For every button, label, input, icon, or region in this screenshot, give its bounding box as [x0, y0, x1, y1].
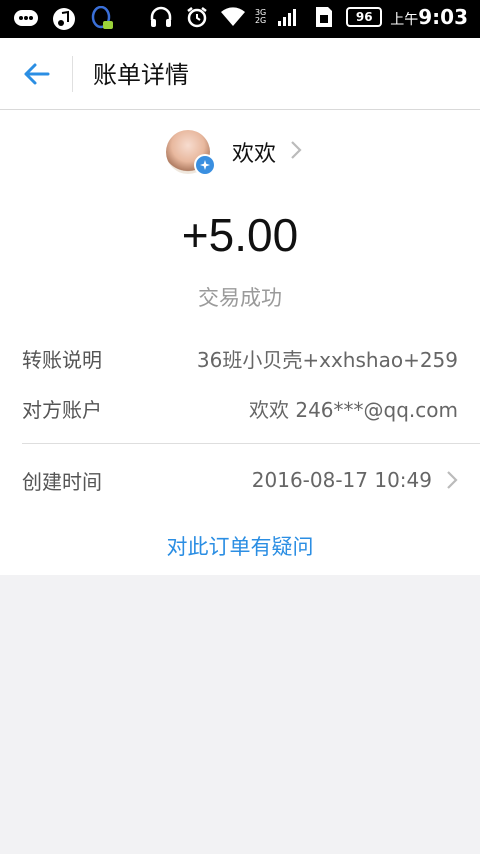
transaction-status: 交易成功 [198, 286, 282, 310]
chevron-right-icon [447, 471, 458, 489]
app-header: 账单详情 [0, 38, 480, 110]
wifi-icon [219, 4, 247, 30]
counterparty-account-value: 欢欢 246***@qq.com [249, 397, 458, 422]
back-arrow-icon [24, 63, 50, 85]
created-time-value: 2016-08-17 10:49 [251, 468, 432, 492]
order-question-link[interactable]: 对此订单有疑问 [0, 531, 480, 561]
created-time-value-wrap: 2016-08-17 10:49 [252, 468, 458, 492]
system-indicators: 3G 2G 96 上午9:03 [147, 4, 468, 30]
clock: 上午9:03 [390, 5, 468, 29]
counterparty-account-row: 对方账户 欢欢 246***@qq.com [22, 393, 458, 423]
status-bar: 3G 2G 96 上午9:03 [0, 0, 480, 38]
page-title: 账单详情 [93, 61, 189, 89]
network-2g-label: 2G [254, 16, 267, 25]
transfer-note-row: 转账说明 36班小贝壳+xxhshao+259 [22, 343, 458, 373]
headset-icon [147, 4, 175, 30]
signal-strength-icon [274, 4, 302, 30]
verified-badge-icon [194, 154, 216, 176]
transfer-note-label: 转账说明 [22, 347, 102, 372]
transaction-amount: +5.00 [181, 209, 299, 261]
network-type: 3G 2G [255, 9, 266, 25]
alarm-clock-icon [183, 4, 211, 30]
back-button[interactable] [12, 50, 60, 98]
chat-bubble-icon [12, 6, 40, 32]
transfer-note-value: 36班小贝壳+xxhshao+259 [196, 347, 458, 372]
payee-row[interactable]: 欢欢 [166, 127, 302, 177]
chevron-right-icon [290, 140, 302, 164]
avatar [166, 130, 216, 176]
header-divider [72, 56, 73, 92]
counterparty-account-label: 对方账户 [22, 397, 102, 422]
created-time-label: 创建时间 [22, 469, 102, 494]
battery-level: 96 [346, 7, 383, 27]
music-note-icon [50, 6, 78, 32]
created-time-row[interactable]: 创建时间 2016-08-17 10:49 [22, 465, 458, 495]
bill-detail-card: 欢欢 +5.00 交易成功 转账说明 36班小贝壳+xxhshao+259 对方… [0, 110, 480, 575]
clock-time: 9:03 [418, 5, 468, 29]
notification-icons [12, 6, 116, 32]
payee-name: 欢欢 [232, 142, 277, 167]
qq-penguin-icon [88, 6, 116, 32]
sim-card-icon [310, 4, 338, 30]
section-divider [22, 443, 480, 444]
clock-period: 上午 [390, 12, 419, 28]
